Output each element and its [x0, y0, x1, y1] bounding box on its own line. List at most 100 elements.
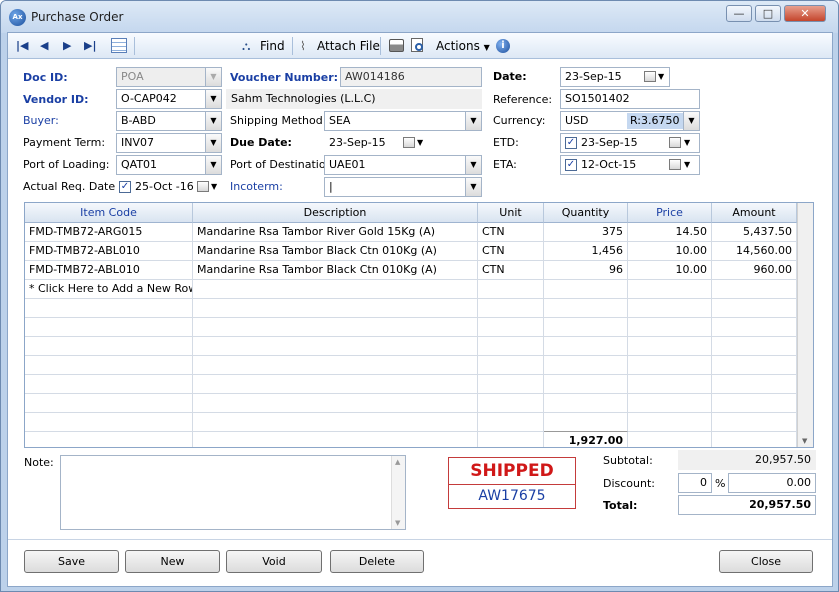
price-cell[interactable] [628, 318, 712, 337]
incoterm-field[interactable]: | ▼ [324, 177, 482, 197]
actions-menu[interactable]: Actions ▼ [436, 37, 490, 55]
print-preview-icon[interactable] [411, 38, 423, 52]
quantity-cell[interactable] [544, 318, 628, 337]
price-cell[interactable] [628, 432, 712, 447]
eta-field[interactable]: ✓ 12-Oct-15 ▼ [560, 155, 700, 175]
quantity-cell[interactable] [544, 280, 628, 299]
quantity-cell[interactable] [544, 337, 628, 356]
unit-cell[interactable]: CTN [478, 223, 544, 242]
delete-button[interactable]: Delete [330, 550, 424, 573]
quantity-cell[interactable]: 96 [544, 261, 628, 280]
unit-cell[interactable] [478, 318, 544, 337]
item-code-cell[interactable] [25, 299, 193, 318]
unit-cell[interactable]: CTN [478, 242, 544, 261]
item-code-cell[interactable] [25, 394, 193, 413]
unit-cell[interactable] [478, 356, 544, 375]
quantity-cell[interactable] [544, 356, 628, 375]
quantity-cell[interactable]: 1,456 [544, 242, 628, 261]
currency-field[interactable]: USD R:3.6750 ▼ [560, 111, 700, 131]
item-code-cell[interactable] [25, 337, 193, 356]
discount-amount-field[interactable]: 0.00 [728, 473, 816, 493]
price-cell[interactable]: 10.00 [628, 261, 712, 280]
price-cell[interactable] [628, 394, 712, 413]
quantity-cell[interactable] [544, 394, 628, 413]
help-icon[interactable]: i [496, 39, 510, 53]
add-new-row[interactable]: * Click Here to Add a New Row [25, 280, 193, 299]
chevron-down-icon[interactable]: ▼ [205, 68, 221, 86]
col-header-price[interactable]: Price [628, 203, 712, 223]
find-button[interactable]: Find [260, 37, 285, 55]
unit-cell[interactable] [478, 337, 544, 356]
amount-cell[interactable] [712, 280, 797, 299]
shipping-method-field[interactable]: SEA ▼ [324, 111, 482, 131]
reference-field[interactable]: SO1501402 [560, 89, 700, 109]
scroll-down-icon[interactable]: ▼ [395, 519, 400, 527]
unit-cell[interactable] [478, 394, 544, 413]
amount-cell[interactable] [712, 318, 797, 337]
calendar-icon[interactable] [669, 159, 681, 170]
price-cell[interactable] [628, 375, 712, 394]
chevron-down-icon[interactable]: ▼ [205, 90, 221, 108]
close-button[interactable]: Close [719, 550, 813, 573]
chevron-down-icon[interactable]: ▼ [684, 156, 690, 174]
print-icon[interactable] [389, 39, 404, 52]
date-field[interactable]: 23-Sep-15 ▼ [560, 67, 670, 87]
etd-field[interactable]: ✓ 23-Sep-15 ▼ [560, 133, 700, 153]
amount-cell[interactable]: 5,437.50 [712, 223, 797, 242]
amount-cell[interactable] [712, 375, 797, 394]
description-cell[interactable] [193, 356, 478, 375]
chevron-down-icon[interactable]: ▼ [658, 68, 664, 86]
actual-req-date-checkbox[interactable]: ✓ [119, 181, 131, 193]
chevron-down-icon[interactable]: ▼ [211, 178, 217, 196]
discount-percent-field[interactable]: 0 [678, 473, 712, 493]
item-code-cell[interactable] [25, 413, 193, 432]
amount-cell[interactable]: 960.00 [712, 261, 797, 280]
unit-cell[interactable] [478, 280, 544, 299]
vertical-scrollbar[interactable]: ▼ [797, 203, 813, 447]
unit-cell[interactable] [478, 299, 544, 318]
col-header-description[interactable]: Description [193, 203, 478, 223]
chevron-down-icon[interactable]: ▼ [417, 134, 423, 152]
scroll-up-icon[interactable]: ▲ [395, 458, 400, 466]
close-window-button[interactable]: ✕ [784, 5, 826, 22]
attach-file-button[interactable]: Attach File [317, 37, 380, 55]
chevron-down-icon[interactable]: ▼ [465, 112, 481, 130]
item-code-cell[interactable] [25, 318, 193, 337]
quantity-cell[interactable] [544, 375, 628, 394]
quantity-cell[interactable] [544, 413, 628, 432]
amount-cell[interactable] [712, 299, 797, 318]
minimize-button[interactable]: — [726, 5, 752, 22]
chevron-down-icon[interactable]: ▼ [205, 134, 221, 152]
col-header-unit[interactable]: Unit [478, 203, 544, 223]
amount-cell[interactable]: 14,560.00 [712, 242, 797, 261]
item-code-cell[interactable]: FMD-TMB72-ABL010 [25, 261, 193, 280]
port-of-destination-field[interactable]: UAE01 ▼ [324, 155, 482, 175]
amount-cell[interactable] [712, 432, 797, 447]
amount-cell[interactable] [712, 413, 797, 432]
chevron-down-icon[interactable]: ▼ [683, 112, 699, 130]
calendar-icon[interactable] [403, 137, 415, 148]
port-of-loading-field[interactable]: QAT01 ▼ [116, 155, 222, 175]
buyer-field[interactable]: B-ABD ▼ [116, 111, 222, 131]
description-cell[interactable] [193, 337, 478, 356]
chevron-down-icon[interactable]: ▼ [465, 156, 481, 174]
description-cell[interactable] [193, 318, 478, 337]
etd-checkbox[interactable]: ✓ [565, 137, 577, 149]
quantity-cell[interactable] [544, 299, 628, 318]
calendar-icon[interactable] [197, 181, 209, 192]
description-cell[interactable] [193, 394, 478, 413]
item-code-cell[interactable] [25, 356, 193, 375]
first-record-icon[interactable]: |◀ [16, 39, 28, 52]
description-cell[interactable] [193, 375, 478, 394]
payment-term-field[interactable]: INV07 ▼ [116, 133, 222, 153]
chevron-down-icon[interactable]: ▼ [465, 178, 481, 196]
actual-req-date-field[interactable]: ✓ 25-Oct -16 ▼ [116, 177, 222, 197]
col-header-item-code[interactable]: Item Code [25, 203, 193, 223]
price-cell[interactable] [628, 337, 712, 356]
note-scrollbar[interactable]: ▲ ▼ [391, 456, 405, 529]
voucher-number-field[interactable]: AW014186 [340, 67, 482, 87]
description-cell[interactable]: Mandarine Rsa Tambor River Gold 15Kg (A) [193, 223, 478, 242]
eta-checkbox[interactable]: ✓ [565, 159, 577, 171]
item-code-cell[interactable] [25, 432, 193, 447]
description-cell[interactable] [193, 413, 478, 432]
